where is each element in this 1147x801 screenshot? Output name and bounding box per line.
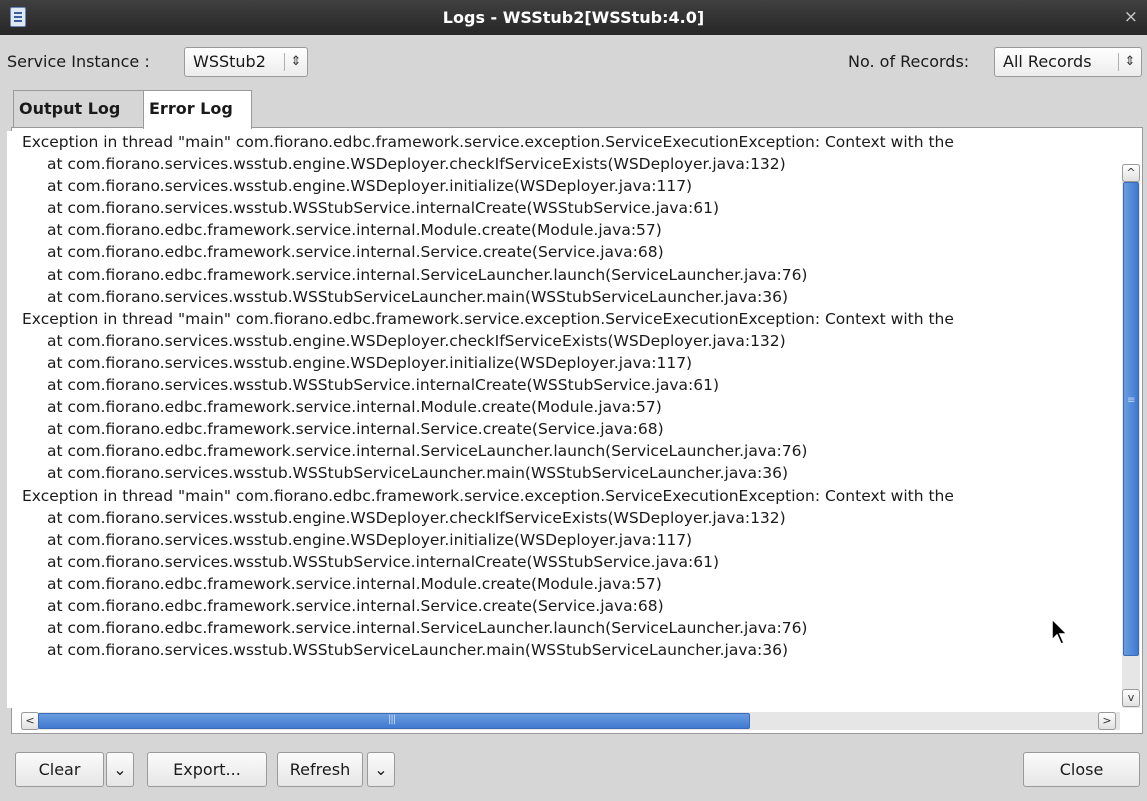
log-line: at com.fiorano.services.wsstub.WSStubSer… [47,199,720,218]
log-line: at com.fiorano.services.wsstub.WSStubSer… [47,641,789,660]
log-line: at com.fiorano.edbc.framework.service.in… [47,265,808,284]
log-line: at com.fiorano.edbc.framework.service.in… [47,398,662,417]
refresh-button[interactable]: Refresh [277,752,363,787]
scroll-right-button[interactable]: > [1098,712,1116,730]
records-value: All Records [1003,52,1092,71]
scroll-down-button[interactable]: v [1122,689,1140,707]
updown-arrows-icon: ⇕ [1124,54,1136,69]
grip-icon: ||| [388,714,396,725]
close-button[interactable]: Close [1023,752,1140,787]
clear-dropdown-button[interactable]: ⌄ [106,752,134,787]
export-button[interactable]: Export... [147,752,267,787]
scroll-left-button[interactable]: < [21,712,39,730]
clear-button[interactable]: Clear [15,752,104,787]
tab-output-log[interactable]: Output Log [13,90,144,128]
tab-error-log[interactable]: Error Log [143,90,252,129]
service-instance-value: WSStub2 [193,52,266,71]
log-line: at com.fiorano.services.wsstub.engine.WS… [47,177,693,196]
log-line: at com.fiorano.edbc.framework.service.in… [47,442,808,461]
title-bar: Logs - WSStub2[WSStub:4.0] × [0,0,1147,35]
updown-arrows-icon: ⇕ [290,54,302,69]
log-line: at com.fiorano.services.wsstub.engine.WS… [47,530,693,549]
log-line: at com.fiorano.services.wsstub.engine.WS… [47,155,786,174]
records-select[interactable]: All Records ⇕ [994,47,1142,77]
log-line: at com.fiorano.services.wsstub.WSStubSer… [47,287,789,306]
mouse-pointer-icon [1051,618,1069,645]
service-instance-label: Service Instance : [7,52,150,71]
log-line: at com.fiorano.services.wsstub.engine.WS… [47,353,693,372]
log-line: at com.fiorano.services.wsstub.engine.WS… [47,508,786,527]
log-line: at com.fiorano.edbc.framework.service.in… [47,574,662,593]
log-line: at com.fiorano.services.wsstub.WSStubSer… [47,376,720,395]
log-line: Exception in thread "main" com.fiorano.e… [22,133,954,151]
log-line: at com.fiorano.services.wsstub.WSStubSer… [47,552,720,571]
log-text-area[interactable]: Exception in thread "main" com.fiorano.e… [7,131,1115,708]
grip-icon: ≡ [1127,395,1136,406]
log-line: Exception in thread "main" com.fiorano.e… [22,309,954,328]
refresh-dropdown-button[interactable]: ⌄ [367,752,395,787]
log-line: at com.fiorano.services.wsstub.WSStubSer… [47,464,789,483]
chevron-down-icon: ⌄ [374,760,388,779]
chevron-down-icon: ⌄ [113,760,127,779]
scroll-up-button[interactable]: ^ [1122,164,1140,182]
log-line: at com.fiorano.edbc.framework.service.in… [47,420,664,439]
vertical-scrollbar-thumb[interactable] [1123,182,1139,656]
log-line: at com.fiorano.edbc.framework.service.in… [47,243,664,262]
log-line: at com.fiorano.edbc.framework.service.in… [47,619,808,638]
log-line: Exception in thread "main" com.fiorano.e… [22,486,954,505]
records-label: No. of Records: [848,52,970,71]
log-line: at com.fiorano.edbc.framework.service.in… [47,221,662,240]
service-instance-select[interactable]: WSStub2 ⇕ [184,47,308,77]
close-icon[interactable]: × [1124,7,1138,27]
log-line: at com.fiorano.edbc.framework.service.in… [47,596,664,615]
log-line: at com.fiorano.services.wsstub.engine.WS… [47,331,786,350]
window-title: Logs - WSStub2[WSStub:4.0] [442,8,705,27]
